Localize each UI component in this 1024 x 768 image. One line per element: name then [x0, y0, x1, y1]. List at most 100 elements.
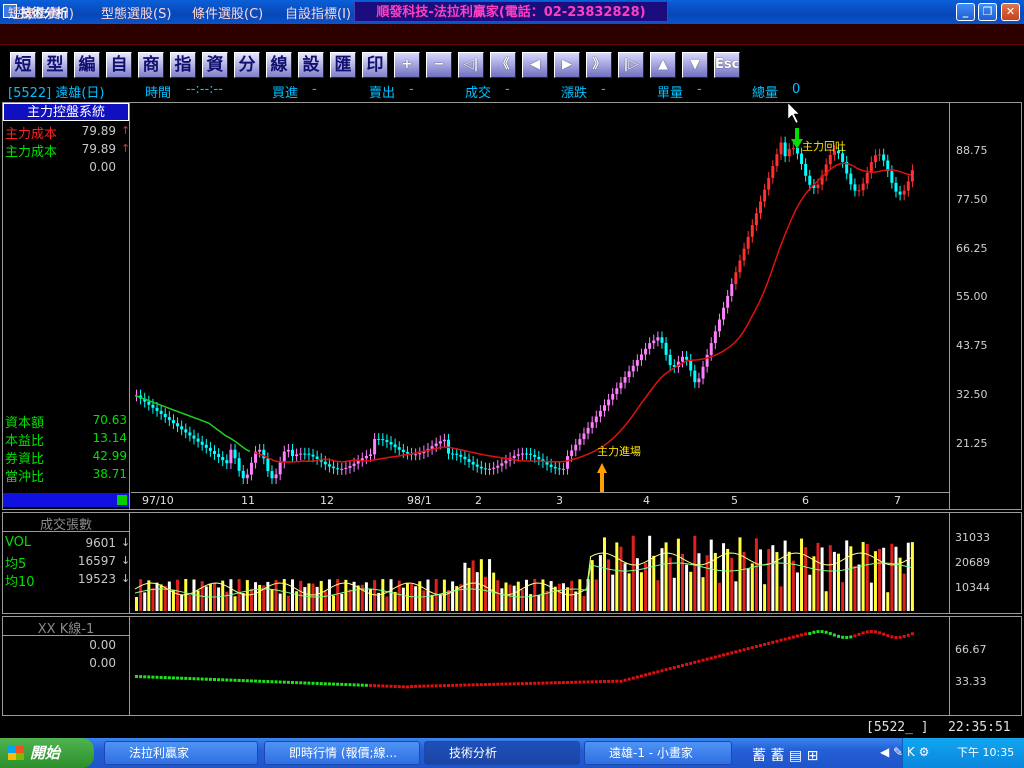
nav-button[interactable]: +	[394, 52, 420, 78]
indicator-bar	[336, 682, 340, 686]
indicator-bar	[705, 657, 709, 661]
menu-short-term[interactable]: 短線法寶(I)	[8, 3, 74, 22]
indicator-bar	[352, 683, 356, 687]
volume-bar	[369, 588, 372, 611]
indicator-bar	[656, 670, 660, 674]
volume-bar	[570, 580, 574, 611]
toolbar-button[interactable]: 型	[42, 52, 68, 78]
indicator-bar	[496, 682, 500, 686]
volume-bar	[722, 543, 726, 611]
indicator-bar	[549, 681, 553, 685]
indicator-bar	[685, 662, 689, 666]
close-button[interactable]: ✕	[1001, 3, 1020, 21]
volume-bar	[483, 576, 487, 611]
volume-bar	[701, 577, 705, 611]
menu-custom-indicator[interactable]: 自設指標(I)	[285, 3, 351, 22]
indicator-bar	[459, 683, 463, 687]
price-axis-line	[949, 103, 950, 509]
indicator-bar	[180, 676, 184, 680]
indicator-bar	[566, 680, 570, 684]
menu-pattern-select[interactable]: 型態選股(S)	[101, 3, 171, 22]
toolbar-button[interactable]: 印	[362, 52, 388, 78]
task-paint[interactable]: 遠雄-1 - 小畫家	[584, 741, 732, 765]
indicator-bar	[282, 680, 286, 684]
candle-body	[689, 359, 693, 371]
indicator-bar	[348, 683, 352, 687]
volume-bar	[274, 579, 278, 611]
volume-bar	[188, 595, 192, 611]
scroll-thumb[interactable]	[117, 495, 127, 505]
volume-bar	[619, 546, 623, 611]
candle-body	[685, 356, 689, 360]
toolbar-button[interactable]: 自	[106, 52, 132, 78]
volume-bar	[278, 593, 282, 611]
system-title[interactable]: 主力控盤系統	[3, 103, 129, 121]
volume-bar	[557, 583, 561, 611]
volume-bar	[426, 579, 430, 611]
indicator-bar	[512, 682, 516, 686]
volume-bar	[459, 584, 463, 611]
nav-button[interactable]: Esc	[714, 52, 740, 78]
toolbar-button[interactable]: 分	[234, 52, 260, 78]
restore-button[interactable]: ❐	[978, 3, 997, 21]
ime-icon[interactable]: 蓄 蓄 ▤ ⊞	[752, 745, 818, 765]
candle-body	[861, 183, 865, 191]
indicator-value-1: 0.00	[89, 638, 116, 652]
toolbar-button[interactable]: 設	[298, 52, 324, 78]
indicator-bar	[237, 678, 241, 682]
indicator-bar	[414, 684, 418, 688]
toolbar-button[interactable]: 短	[10, 52, 36, 78]
toolbar-button[interactable]: 匯	[330, 52, 356, 78]
toolbar-button[interactable]: 線	[266, 52, 292, 78]
volume-bar	[878, 548, 882, 611]
candle-body	[668, 354, 672, 366]
indicator-bar	[779, 638, 783, 642]
price-chart[interactable]	[131, 103, 949, 493]
candle-body	[607, 399, 611, 406]
indicator-bar	[861, 631, 865, 635]
indicator-bar	[500, 682, 504, 686]
start-button[interactable]: 開始	[0, 738, 94, 768]
indicator-bar	[722, 653, 726, 657]
candle-body	[800, 153, 804, 165]
indicator-bar	[356, 683, 360, 687]
task-technical[interactable]: 技術分析	[424, 741, 580, 765]
toolbar-button[interactable]: 資	[202, 52, 228, 78]
nav-button[interactable]: ▼	[682, 52, 708, 78]
volume-bar	[254, 582, 258, 611]
volume-chart[interactable]	[131, 513, 949, 613]
indicator-bar	[763, 642, 767, 646]
indicator-bar	[516, 682, 520, 686]
nav-button[interactable]: −	[426, 52, 452, 78]
candle-body	[434, 443, 438, 447]
task-ferrari[interactable]: 法拉利贏家	[104, 741, 258, 765]
task-realtime[interactable]: 即時行情 (報價;線...	[264, 741, 420, 765]
nav-button[interactable]: ◀	[522, 52, 548, 78]
volume-bar	[414, 586, 418, 611]
nav-button[interactable]: 》	[586, 52, 612, 78]
volume-bar	[906, 542, 910, 611]
menu-condition-select[interactable]: 條件選股(C)	[192, 3, 263, 22]
toolbar-button[interactable]: 商	[138, 52, 164, 78]
nav-button[interactable]: ▲	[650, 52, 676, 78]
candle-body	[393, 444, 397, 448]
minimize-button[interactable]: _	[956, 3, 975, 21]
nav-button[interactable]: ▶	[554, 52, 580, 78]
nav-button[interactable]: 《	[490, 52, 516, 78]
y-tick-label: 88.75	[956, 144, 988, 157]
indicator-bar	[307, 681, 311, 685]
toolbar-button[interactable]: 編	[74, 52, 100, 78]
nav-button[interactable]: ◁|	[458, 52, 484, 78]
down-arrow-icon: ↓	[121, 536, 131, 549]
indicator-bar	[697, 659, 701, 663]
indicator-bar	[804, 632, 808, 636]
volume-bar	[582, 596, 586, 611]
indicator-chart[interactable]	[131, 617, 949, 715]
toolbar-button[interactable]: 指	[170, 52, 196, 78]
indicator-bar	[364, 683, 368, 687]
scroll-indicator[interactable]	[3, 493, 129, 507]
candle-body	[841, 153, 845, 162]
nav-button[interactable]: |▷	[618, 52, 644, 78]
indicator-bar	[188, 677, 192, 681]
indicator-bar	[422, 684, 426, 688]
